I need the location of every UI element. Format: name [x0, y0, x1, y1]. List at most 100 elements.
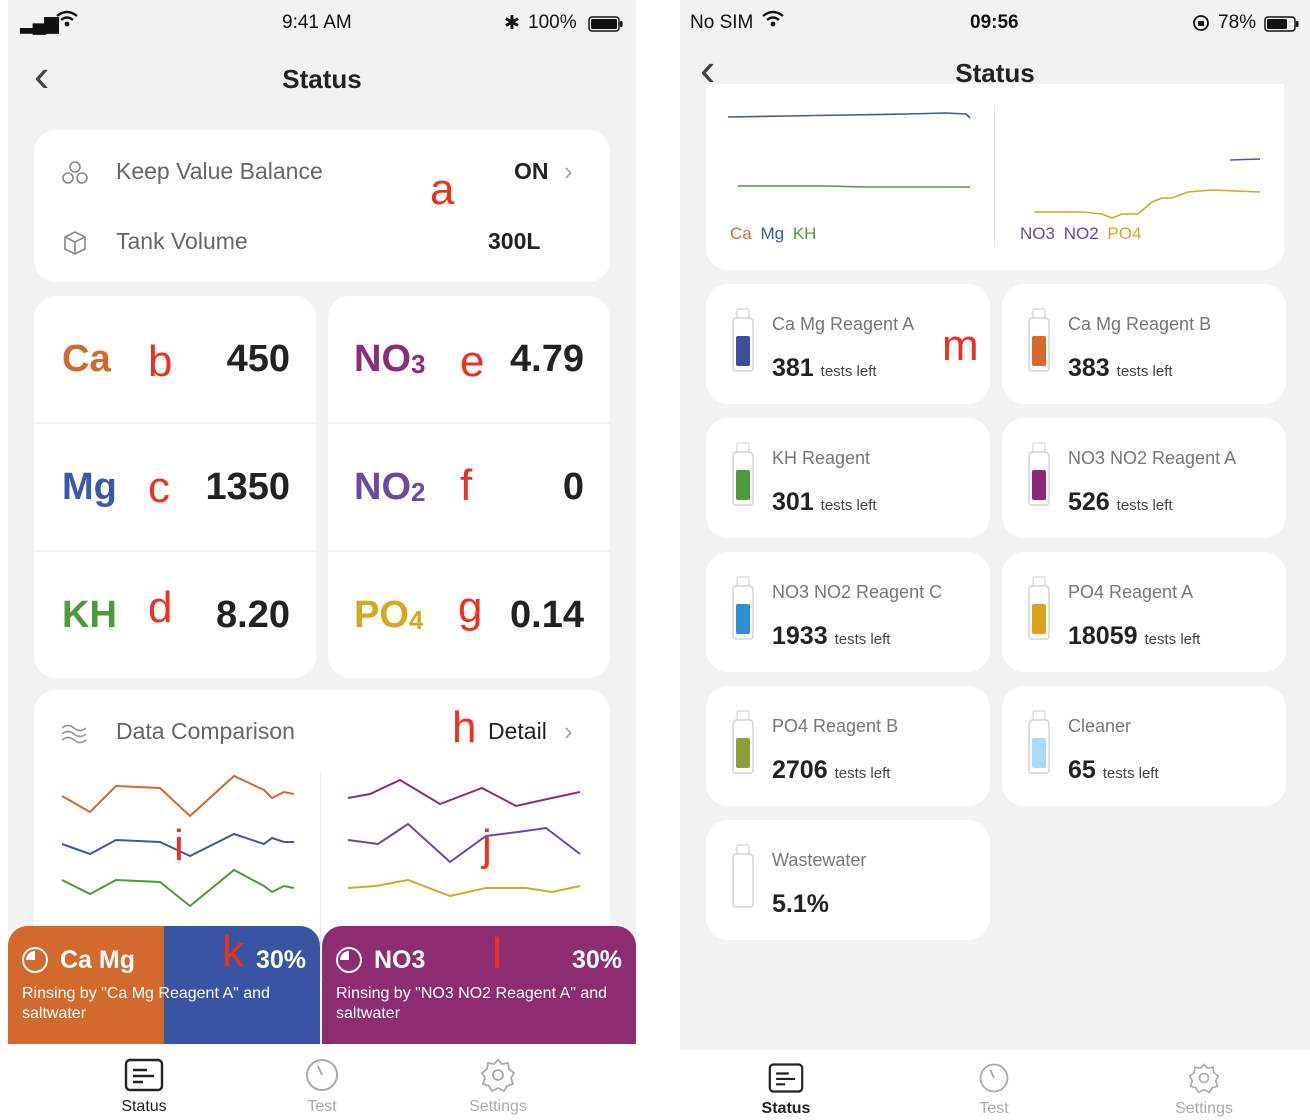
page-title: Status: [282, 64, 362, 94]
rinse-banner-ca-mg[interactable]: Ca Mg 30% Rinsing by "Ca Mg Reagent A" a…: [8, 926, 320, 1044]
reagent-card[interactable]: PO4 Reagent A 18059 tests left: [1002, 552, 1286, 672]
data-comparison-title: Data Comparison: [116, 718, 295, 744]
legend-right: NO3 NO2 PO4: [1020, 224, 1141, 244]
reagent-bottle-icon: [1028, 710, 1050, 774]
tab-bar: Status Test Settings: [680, 1050, 1310, 1120]
legend-po4: PO4: [1107, 224, 1142, 243]
trend-chart-card[interactable]: Ca Mg KH NO3 NO2 PO4: [706, 84, 1284, 270]
reagent-card[interactable]: PO4 Reagent B 2706 tests left: [706, 686, 990, 806]
reagent-count: 2706 tests left: [772, 756, 891, 784]
battery-icon: [588, 16, 624, 38]
reagent-name: Ca Mg Reagent A: [772, 314, 915, 334]
reagent-count: 18059 tests left: [1068, 622, 1201, 650]
reagent-count: 381 tests left: [772, 354, 877, 382]
reagent-card[interactable]: NO3 NO2 Reagent C 1933 tests left: [706, 552, 990, 672]
reagent-fill: [1032, 738, 1046, 768]
legend-no3: NO3: [1020, 224, 1055, 243]
tab-bar: Status Test Settings: [8, 1044, 636, 1120]
legend-mg: Mg: [760, 224, 785, 243]
detail-link[interactable]: Detail: [488, 718, 547, 745]
status-bar: No SIM 09:56 78%: [680, 0, 1310, 48]
rinse-banner-no3[interactable]: NO3 30% Rinsing by "NO3 NO2 Reagent A" a…: [322, 926, 636, 1044]
param-po4-label: PO4: [354, 594, 424, 636]
reagent-fill: [1032, 470, 1046, 500]
reagent-count: 5.1%: [772, 890, 829, 918]
legend-kh: KH: [792, 224, 817, 243]
signal-icon: ▂▄▆: [20, 13, 59, 34]
chevron-right-icon[interactable]: ›: [564, 716, 573, 747]
param-mg-value[interactable]: 1350: [205, 466, 290, 509]
tab-test[interactable]: Test: [272, 1058, 372, 1116]
reagent-name: NO3 NO2 Reagent A: [1068, 448, 1237, 468]
param-po4-value[interactable]: 0.14: [510, 594, 584, 637]
params-card-left: Ca 450 Mg 1350 KH 8.20: [34, 296, 316, 678]
reagent-bottle-icon: [732, 844, 754, 908]
divider: [994, 106, 995, 246]
tank-volume-value[interactable]: 300L: [488, 228, 540, 255]
status-icon: [124, 1058, 164, 1092]
sparkline-no3-no2-po4: [347, 778, 581, 898]
reagent-count: 301 tests left: [772, 488, 877, 516]
right-phone-screen: No SIM 09:56 78% ‹ Status Ca Mg KH NO3 N…: [680, 0, 1310, 1120]
tab-settings[interactable]: Settings: [1154, 1062, 1254, 1118]
waves-icon: [60, 722, 88, 751]
tab-status[interactable]: Status: [94, 1058, 194, 1116]
clock-icon: [22, 947, 48, 973]
gauge-icon: [306, 1059, 338, 1091]
balance-icon: [60, 160, 90, 191]
reagent-fill: [1032, 604, 1046, 634]
orientation-lock-icon: [1192, 14, 1210, 38]
annotation-j: j: [482, 821, 492, 870]
cube-icon: [62, 230, 88, 261]
annotation-f: f: [460, 461, 473, 510]
divider: [328, 422, 610, 424]
param-ca-value[interactable]: 450: [227, 338, 290, 381]
param-no3-value[interactable]: 4.79: [510, 338, 584, 381]
legend-left: Ca Mg KH: [730, 224, 816, 244]
legend-ca: Ca: [730, 224, 752, 243]
divider: [320, 772, 321, 982]
reagent-count: 65 tests left: [1068, 756, 1159, 784]
annotation-d: d: [148, 583, 173, 632]
reagent-name: Cleaner: [1068, 716, 1132, 736]
gauge-icon: [979, 1063, 1009, 1093]
reagent-bottle-icon: [732, 308, 754, 372]
reagent-card[interactable]: Cleaner 65 tests left: [1002, 686, 1286, 806]
reagent-fill: [736, 470, 750, 500]
wifi-icon: [762, 10, 784, 34]
banner-percent: 30%: [571, 946, 622, 974]
reagent-name: Ca Mg Reagent B: [1068, 314, 1212, 334]
reagent-card[interactable]: Ca Mg Reagent B 383 tests left: [1002, 284, 1286, 404]
divider: [34, 422, 316, 424]
bluetooth-icon: ✱: [504, 13, 520, 34]
param-no2-value[interactable]: 0: [563, 466, 584, 509]
reagent-card[interactable]: Wastewater 5.1%: [706, 820, 990, 940]
annotation-l: l: [492, 929, 502, 978]
banner-description: Rinsing by "NO3 NO2 Reagent A" and saltw…: [336, 985, 608, 1022]
tab-status[interactable]: Status: [736, 1062, 836, 1118]
param-mg-label: Mg: [62, 466, 117, 508]
divider: [34, 550, 316, 552]
gear-icon: [480, 1058, 516, 1092]
reagent-count: 526 tests left: [1068, 488, 1173, 516]
reagent-fill: [736, 604, 750, 634]
banner-title: NO3: [374, 946, 426, 974]
tab-test[interactable]: Test: [944, 1062, 1044, 1118]
settings-card: Keep Value Balance ON › Tank Volume 300L: [34, 130, 610, 282]
param-kh-value[interactable]: 8.20: [216, 594, 290, 637]
reagent-name: NO3 NO2 Reagent C: [772, 582, 943, 602]
keep-value-label: Keep Value Balance: [116, 158, 323, 184]
annotation-c: c: [148, 463, 170, 512]
keep-value-toggle[interactable]: ON: [514, 158, 549, 185]
annotation-h: h: [452, 703, 477, 752]
battery-percent: 78%: [1218, 12, 1257, 33]
reagent-card[interactable]: NO3 NO2 Reagent A 526 tests left: [1002, 418, 1286, 538]
reagent-count: 383 tests left: [1068, 354, 1173, 382]
tab-settings[interactable]: Settings: [448, 1058, 548, 1116]
reagent-card[interactable]: KH Reagent 301 tests left: [706, 418, 990, 538]
tank-volume-label: Tank Volume: [116, 228, 248, 254]
reagent-bottle-icon: [1028, 576, 1050, 640]
annotation-i: i: [174, 821, 184, 870]
annotation-a: a: [430, 165, 455, 214]
chevron-right-icon[interactable]: ›: [564, 156, 573, 187]
